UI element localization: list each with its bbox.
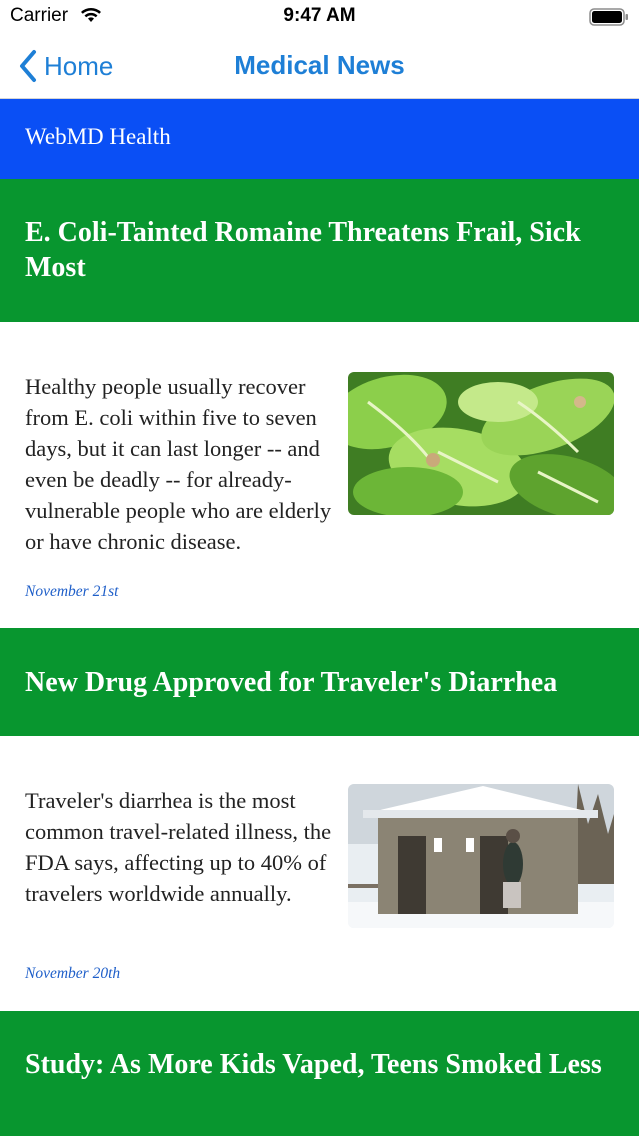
article-title-bar[interactable]: New Drug Approved for Traveler's Diarrhe… [0,628,639,736]
article-title: New Drug Approved for Traveler's Diarrhe… [25,667,558,698]
article-date: November 20th [25,965,121,982]
article-title: E. Coli-Tainted Romaine Threatens Frail,… [25,217,581,283]
navigation-bar: Home Medical News [0,36,639,99]
source-header: WebMD Health [0,99,639,179]
article-summary: Traveler's diarrhea is the most common t… [25,788,332,906]
article-date: November 21st [25,583,119,600]
article-title-bar[interactable]: Study: As More Kids Vaped, Teens Smoked … [0,1011,639,1136]
article-title-bar[interactable]: E. Coli-Tainted Romaine Threatens Frail,… [0,179,639,322]
chevron-left-icon [20,50,36,82]
back-button-label: Home [44,50,114,81]
back-button[interactable]: Home [18,49,113,83]
clock-time: 9:47 AM [283,5,356,26]
article-card[interactable]: Healthy people usually recover from E. c… [0,322,639,628]
status-bar: Carrier 9:47 AM [0,0,639,36]
article-title: Study: As More Kids Vaped, Teens Smoked … [25,1049,602,1080]
article-card[interactable]: Traveler's diarrhea is the most common t… [0,736,639,1011]
source-label: WebMD Health [25,124,171,149]
battery-icon [589,8,628,26]
article-summary: Healthy people usually recover from E. c… [25,374,332,554]
